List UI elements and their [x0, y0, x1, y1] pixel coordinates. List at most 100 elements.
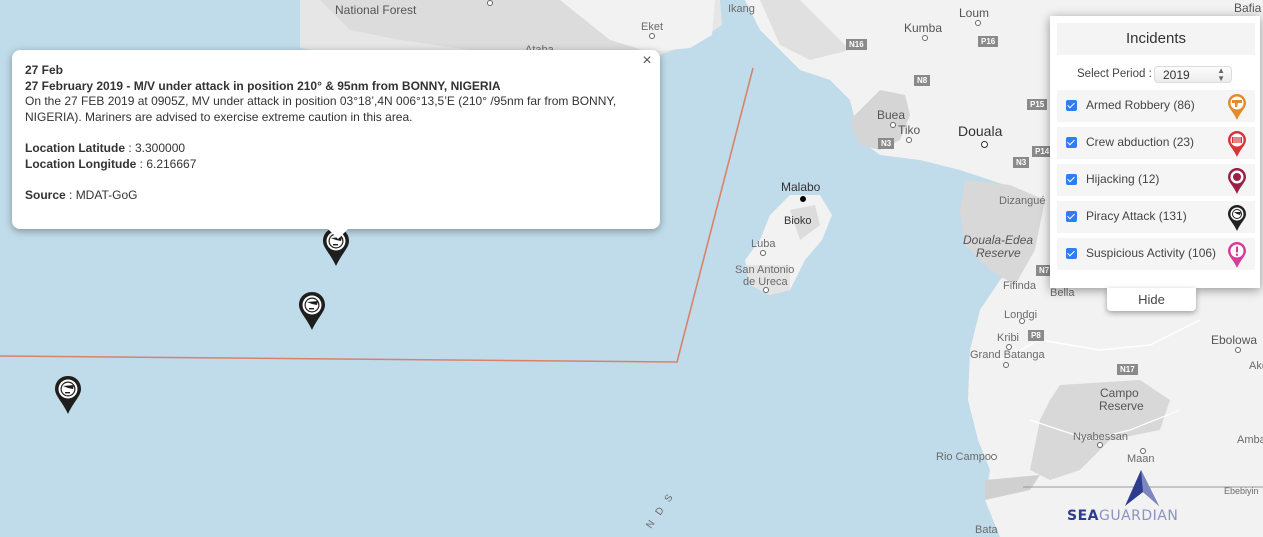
logo-wordmark: SEAGUARDIAN	[1067, 508, 1178, 524]
city-dot	[991, 454, 997, 460]
filter-piracy-attack[interactable]: Piracy Attack (131)	[1057, 201, 1255, 233]
place-label: Amba	[1237, 434, 1263, 446]
city-dot	[1235, 347, 1241, 353]
place-label: Luba	[751, 238, 776, 250]
road-shield: N3	[878, 138, 895, 149]
incidents-panel: Incidents Select Period : 2019 ▲ ▼ Armed …	[1050, 16, 1260, 288]
popup-description: On the 27 FEB 2019 at 0905Z, MV under at…	[25, 94, 617, 124]
place-label: Bata	[975, 524, 998, 536]
armed-robbery-icon	[1228, 94, 1246, 120]
place-label: Douala-Edea	[963, 233, 1034, 247]
road-shield: P15	[1027, 99, 1048, 110]
filter-label: Armed Robbery (86)	[1086, 98, 1195, 112]
checkbox[interactable]	[1066, 100, 1077, 111]
city-dot	[760, 250, 766, 256]
filter-suspicious-activity[interactable]: Suspicious Activity (106)	[1057, 238, 1255, 270]
filter-label: Crew abduction (23)	[1086, 135, 1195, 149]
hide-panel-button[interactable]: Hide	[1107, 288, 1196, 311]
place-label: Fifinda	[1003, 280, 1037, 292]
longitude-label: Location Longitude	[25, 156, 137, 171]
piracy-attack-icon	[1228, 205, 1246, 231]
period-value: 2019	[1163, 68, 1190, 82]
place-label: Loum	[959, 6, 990, 20]
place-label: Malabo	[781, 180, 821, 194]
popup-longitude: Location Longitude : 6.216667	[25, 157, 620, 173]
filter-crew-abduction[interactable]: Crew abduction (23)	[1057, 127, 1255, 159]
city-dot	[487, 0, 493, 6]
suspicious-activity-icon	[1228, 242, 1246, 268]
latitude-value: : 3.300000	[125, 141, 186, 155]
city-dot	[1097, 442, 1103, 448]
source-value: : MDAT-GoG	[65, 188, 138, 202]
popup-date: 27 Feb	[25, 63, 64, 77]
place-label: Grand Batanga	[970, 349, 1045, 361]
place-label: Tiko	[898, 123, 921, 137]
filter-hijacking[interactable]: Hijacking (12)	[1057, 164, 1255, 196]
filter-label: Suspicious Activity (106)	[1086, 246, 1217, 260]
crew-abduction-icon	[1228, 131, 1246, 157]
place-label: Campo	[1100, 386, 1139, 400]
logo-part2: GUARDIAN	[1098, 508, 1179, 524]
road-shield: N3	[1013, 157, 1030, 168]
checkbox[interactable]	[1066, 137, 1077, 148]
place-label: Eket	[641, 21, 664, 33]
place-label: Maan	[1127, 453, 1155, 465]
popup-tip	[328, 229, 348, 239]
place-label: Buea	[877, 108, 906, 122]
road-shield: N8	[914, 75, 931, 86]
city-dot	[1003, 362, 1009, 368]
place-label: Douala	[958, 123, 1003, 139]
popup-latitude: Location Latitude : 3.300000	[25, 141, 620, 157]
city-dot	[922, 35, 928, 41]
city-dot	[763, 287, 769, 293]
piracy-attack-marker[interactable]	[298, 291, 326, 331]
longitude-value: : 6.216667	[136, 156, 197, 171]
period-label: Select Period :	[1077, 68, 1152, 80]
place-label: Bioko	[784, 215, 812, 227]
place-label: San Antonio	[735, 264, 795, 276]
city-dot	[1006, 344, 1012, 350]
panel-title: Incidents	[1057, 23, 1255, 55]
checkbox[interactable]	[1066, 211, 1077, 222]
city-dot	[890, 122, 896, 128]
select-arrows-icon: ▲ ▼	[1217, 66, 1225, 83]
filter-armed-robbery[interactable]: Armed Robbery (86)	[1057, 90, 1255, 122]
place-label: Ebebiyin	[1224, 486, 1259, 496]
place-label: Ako	[1249, 360, 1263, 372]
place-label: Kribi	[997, 332, 1020, 344]
incident-popup: × 27 Feb 27 February 2019 - M/V under at…	[12, 50, 660, 239]
city-dot	[981, 141, 988, 148]
piracy-attack-marker[interactable]	[54, 375, 82, 415]
close-icon[interactable]: ×	[638, 52, 656, 70]
seaguardian-logo: SEAGUARDIAN	[1066, 470, 1226, 530]
place-label: Bafia	[1234, 1, 1262, 15]
city-dot	[975, 20, 981, 26]
popup-headline: 27 February 2019 - M/V under attack in p…	[25, 78, 501, 93]
place-label: National Forest	[335, 3, 417, 17]
road-shield: N16	[846, 39, 867, 50]
period-select[interactable]: 2019 ▲ ▼	[1154, 66, 1232, 83]
hijacking-icon	[1228, 168, 1246, 194]
popup-source: Source : MDAT-GoG	[25, 188, 620, 204]
place-label: Ikang	[728, 3, 755, 15]
capital-dot	[800, 196, 806, 202]
place-label: Reserve	[976, 246, 1021, 260]
city-dot	[906, 137, 912, 143]
logo-sail-icon	[1125, 470, 1159, 506]
city-dot	[1140, 448, 1146, 454]
checkbox[interactable]	[1066, 248, 1077, 259]
source-label: Source	[25, 188, 66, 202]
city-dot	[649, 33, 655, 39]
place-label: Rio Campo	[936, 451, 992, 463]
place-label: Ebolowa	[1211, 333, 1258, 347]
place-label: Dizangué	[999, 195, 1046, 207]
filter-label: Piracy Attack (131)	[1086, 209, 1187, 223]
checkbox[interactable]	[1066, 174, 1077, 185]
latitude-label: Location Latitude	[25, 141, 125, 155]
place-label: Kumba	[904, 21, 943, 35]
filter-label: Hijacking (12)	[1086, 172, 1160, 186]
place-label: Reserve	[1099, 399, 1144, 413]
logo-part1: SEA	[1067, 508, 1099, 524]
road-shield: P8	[1028, 330, 1044, 341]
city-dot	[1019, 318, 1025, 324]
